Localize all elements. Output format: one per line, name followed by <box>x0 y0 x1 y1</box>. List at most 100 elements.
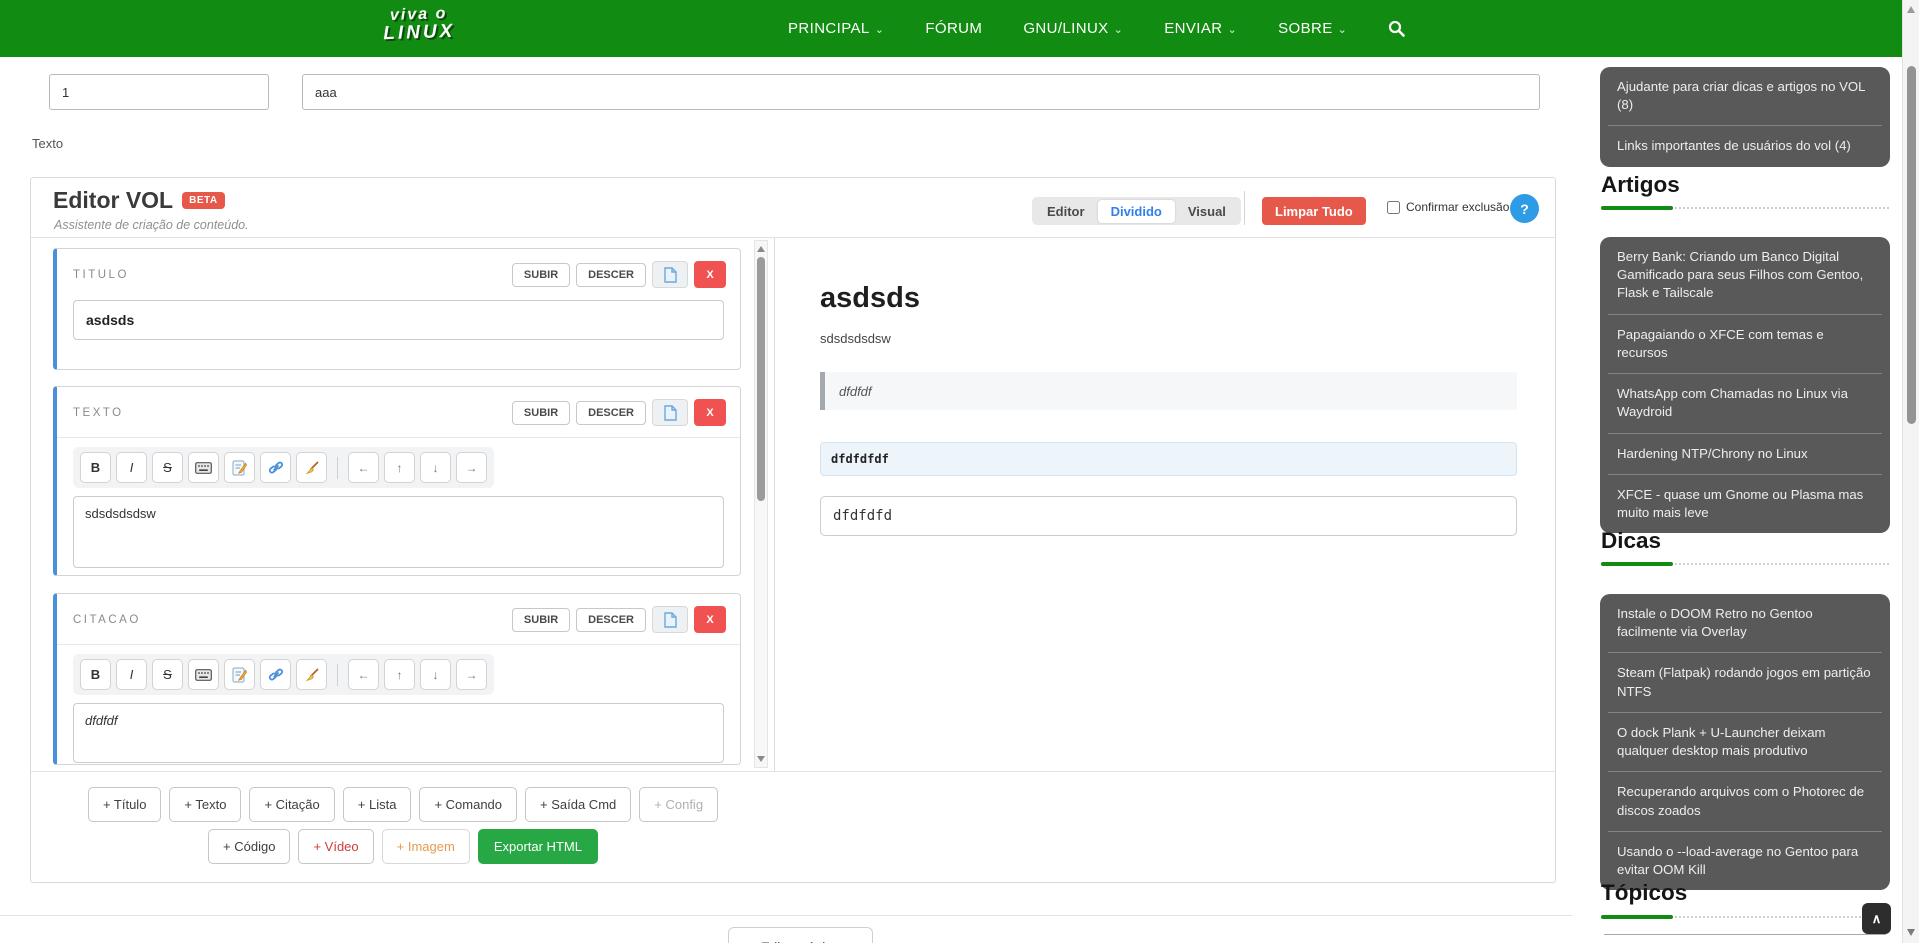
scrollbar-thumb[interactable] <box>757 257 765 501</box>
broom-button[interactable] <box>296 659 327 690</box>
dica-link[interactable]: Steam (Flatpak) rodando jogos em partiçã… <box>1600 653 1890 711</box>
header-divider <box>1244 191 1245 225</box>
export-html-button[interactable]: Exportar HTML <box>478 829 598 864</box>
dica-link[interactable]: O dock Plank + U-Launcher deixam qualque… <box>1600 713 1890 771</box>
scrollbar-thumb[interactable] <box>1907 66 1916 424</box>
bold-button[interactable]: B <box>80 452 111 483</box>
edit-page-button[interactable]: Editar página <box>728 927 873 943</box>
block-citacao: CITACAO SUBIR DESCER X B I <box>53 593 741 765</box>
strikethrough-button[interactable]: S <box>152 452 183 483</box>
add-block-footer: + Título + Texto + Citação + Lista + Com… <box>31 771 1555 883</box>
artigo-link[interactable]: Papagaiando o XFCE com temas e recursos <box>1600 315 1890 373</box>
arrow-right-button[interactable]: → <box>456 452 487 483</box>
link-button[interactable] <box>260 452 291 483</box>
delete-block-button[interactable]: X <box>694 261 726 288</box>
scroll-down-arrow-icon[interactable] <box>1907 929 1915 936</box>
add-lista-button[interactable]: + Lista <box>343 787 412 822</box>
artigo-link[interactable]: WhatsApp com Chamadas no Linux via Waydr… <box>1600 374 1890 432</box>
arrow-down-button[interactable]: ↓ <box>420 452 451 483</box>
keyboard-button[interactable] <box>188 452 219 483</box>
search-icon[interactable] <box>1388 20 1405 37</box>
block-type-label: CITACAO <box>73 614 141 626</box>
add-comando-button[interactable]: + Comando <box>419 787 517 822</box>
artigo-link[interactable]: XFCE - quase um Gnome ou Plasma mas muit… <box>1600 475 1890 533</box>
keyboard-button[interactable] <box>188 659 219 690</box>
bold-button[interactable]: B <box>80 659 111 690</box>
dica-link[interactable]: Recuperando arquivos com o Photorec de d… <box>1600 772 1890 830</box>
tab-dividido[interactable]: Dividido <box>1098 200 1175 223</box>
italic-button[interactable]: I <box>116 659 147 690</box>
italic-button[interactable]: I <box>116 452 147 483</box>
heading-underline <box>1601 915 1889 919</box>
scroll-up-arrow-icon[interactable] <box>1907 6 1915 13</box>
toolbar-divider <box>337 457 338 479</box>
preview-heading: asdsds <box>820 282 1517 315</box>
arrow-up-button[interactable]: ↑ <box>384 659 415 690</box>
clear-all-button[interactable]: Limpar Tudo <box>1262 197 1366 225</box>
nav-item-gnulinux[interactable]: GNU/LINUX ⌄ <box>1023 20 1123 37</box>
link-icon <box>268 460 284 476</box>
move-down-button[interactable]: DESCER <box>576 263 646 287</box>
add-config-button[interactable]: + Config <box>639 787 718 822</box>
move-down-button[interactable]: DESCER <box>576 608 646 632</box>
dica-link[interactable]: Instale o DOOM Retro no Gentoo facilment… <box>1600 594 1890 652</box>
confirm-delete-checkbox[interactable] <box>1387 201 1400 214</box>
scroll-to-top-button[interactable]: ∧ <box>1862 903 1891 934</box>
arrow-right-button[interactable]: → <box>456 659 487 690</box>
vivaolinux-logo[interactable]: viva o LINUX <box>382 6 455 43</box>
blocks-pane-scrollbar[interactable] <box>754 240 768 768</box>
numero-input[interactable] <box>49 74 269 110</box>
move-down-button[interactable]: DESCER <box>576 401 646 425</box>
duplicate-button[interactable] <box>652 261 688 288</box>
move-up-button[interactable]: SUBIR <box>512 401 570 425</box>
scroll-up-arrow-icon[interactable] <box>757 246 765 252</box>
move-up-button[interactable]: SUBIR <box>512 608 570 632</box>
add-saida-cmd-button[interactable]: + Saída Cmd <box>525 787 631 822</box>
artigo-link[interactable]: Berry Bank: Criando um Banco Digital Gam… <box>1600 237 1890 314</box>
delete-block-button[interactable]: X <box>694 399 726 426</box>
memo-button[interactable] <box>224 452 255 483</box>
delete-block-button[interactable]: X <box>694 606 726 633</box>
add-video-button[interactable]: + Vídeo <box>298 829 373 864</box>
titulo-input[interactable] <box>302 74 1540 110</box>
add-titulo-button[interactable]: + Título <box>88 787 161 822</box>
sidebar-link[interactable]: Links importantes de usuários do vol (4) <box>1600 126 1890 166</box>
add-imagem-button[interactable]: + Imagem <box>382 829 470 864</box>
arrow-up-button[interactable]: ↑ <box>384 452 415 483</box>
add-codigo-button[interactable]: + Código <box>208 829 290 864</box>
link-button[interactable] <box>260 659 291 690</box>
arrow-left-button[interactable]: ← <box>348 452 379 483</box>
page-scrollbar[interactable] <box>1902 0 1919 943</box>
artigo-link[interactable]: Hardening NTP/Chrony no Linux <box>1600 434 1890 474</box>
chevron-down-icon: ⌄ <box>875 23 885 36</box>
sidebar-link[interactable]: Ajudante para criar dicas e artigos no V… <box>1600 67 1890 125</box>
preview-pane: asdsds sdsdsdsdsw dfdfdf dfdfdfdf dfdfdf… <box>776 238 1557 771</box>
strikethrough-button[interactable]: S <box>152 659 183 690</box>
arrow-down-button[interactable]: ↓ <box>420 659 451 690</box>
nav-item-enviar[interactable]: ENVIAR ⌄ <box>1164 20 1237 37</box>
duplicate-button[interactable] <box>652 399 688 426</box>
scroll-down-arrow-icon[interactable] <box>757 756 765 762</box>
arrow-left-button[interactable]: ← <box>348 659 379 690</box>
dicas-list: Instale o DOOM Retro no Gentoo facilment… <box>1600 594 1890 890</box>
tab-visual[interactable]: Visual <box>1175 200 1239 223</box>
broom-button[interactable] <box>296 452 327 483</box>
format-toolbar: B I S <box>73 447 494 488</box>
duplicate-button[interactable] <box>652 606 688 633</box>
memo-button[interactable] <box>224 659 255 690</box>
texto-textarea[interactable]: sdsdsdsdsw <box>73 496 724 568</box>
add-texto-button[interactable]: + Texto <box>169 787 241 822</box>
nav-item-principal[interactable]: PRINCIPAL ⌄ <box>788 20 884 37</box>
titulo-block-input[interactable] <box>73 300 724 340</box>
citacao-textarea[interactable]: dfdfdf <box>73 703 724 763</box>
help-button[interactable]: ? <box>1510 194 1539 223</box>
tab-editor[interactable]: Editor <box>1034 200 1098 223</box>
confirm-delete-label[interactable]: Confirmar exclusão <box>1406 200 1509 214</box>
move-up-button[interactable]: SUBIR <box>512 263 570 287</box>
format-toolbar: B I S <box>73 654 494 695</box>
beta-badge: BETA <box>182 192 224 209</box>
add-citacao-button[interactable]: + Citação <box>249 787 334 822</box>
nav-item-sobre[interactable]: SOBRE ⌄ <box>1278 20 1347 37</box>
editor-title: Editor VOL BETA <box>53 187 225 214</box>
nav-item-forum[interactable]: FÓRUM <box>925 20 982 37</box>
